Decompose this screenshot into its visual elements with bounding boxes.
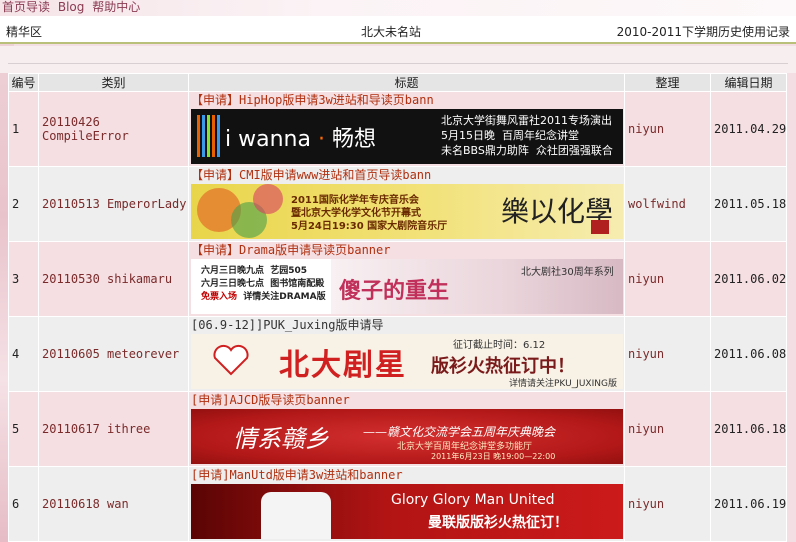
site-name: 北大未名站 (361, 25, 422, 39)
row-number: 3 (8, 241, 39, 317)
row-title-link[interactable]: 【申请】CMI版申请www进站和首页导读bann (191, 167, 624, 183)
row-category-link[interactable]: CompileError (42, 129, 129, 143)
row-id: 20110426 (42, 115, 100, 129)
row-date: 2011.05.18 (710, 166, 787, 242)
banner-headline: i wanna · 畅想 (225, 127, 376, 152)
banner-details: 2011国际化学年专庆音乐会 暨北京大学化学文化节开幕式 5月24日19:30 … (291, 195, 448, 232)
table-header-row: 编号 类别 标题 整理 编辑日期 (8, 73, 787, 92)
row-id: 20110530 (42, 272, 100, 286)
banner-note: 详情请关注PKU_JUXING版 (509, 379, 617, 389)
section-title[interactable]: 精华区 (6, 23, 42, 40)
table-row: 5 20110617 ithree [申请]AJCD版导读页banner 情系赣… (8, 391, 787, 467)
row-title-cell: 【申请】CMI版申请www进站和首页导读bann 2011国际化学年专庆音乐会 … (188, 166, 625, 242)
row-number: 1 (8, 91, 39, 167)
row-category-link[interactable]: EmperorLady (107, 197, 186, 211)
row-date: 2011.04.29 (710, 91, 787, 167)
seal-stamp (591, 220, 609, 234)
banner-image[interactable]: Glory Glory Man United 曼联版版衫火热征订！ (191, 484, 623, 539)
table-row: 1 20110426 CompileError 【申请】HipHop版申请3w进… (8, 91, 787, 167)
row-id: 20110617 (42, 422, 100, 436)
row-title-cell: 【申请】Drama版申请导读页banner 六月三日晚九点 艺园505 六月三日… (188, 241, 625, 317)
row-number: 4 (8, 316, 39, 392)
row-id: 20110618 (42, 497, 100, 511)
heart-icon (213, 344, 249, 376)
nav-link-home-guide[interactable]: 首页导读 (2, 0, 50, 14)
page-header: 精华区 北大未名站 2010-2011下学期历史使用记录 (0, 16, 796, 44)
banner-image[interactable]: i wanna · 畅想 北京大学街舞风雷社2011专场演出 5月15日晚 百周… (191, 109, 623, 164)
banner-deadline: 征订截止时间：6.12 (453, 340, 546, 351)
row-category: 20110617 ithree (38, 391, 189, 467)
row-editor: niyun (624, 91, 711, 167)
page-title: 2010-2011下学期历史使用记录 (616, 25, 790, 39)
banner-image[interactable]: 征订截止时间：6.12 北大剧星 版衫火热征订中！ 详情请关注PKU_JUXIN… (191, 334, 623, 389)
banner-image[interactable]: 2011国际化学年专庆音乐会 暨北京大学化学文化节开幕式 5月24日19:30 … (191, 184, 623, 239)
column-header-category: 类别 (38, 73, 189, 92)
row-editor: niyun (624, 316, 711, 392)
row-category: 20110513 EmperorLady (38, 166, 189, 242)
banner-headline: 傻子的重生 (339, 279, 450, 304)
row-number: 5 (8, 391, 39, 467)
banner-headline: 北大剧星 (279, 348, 407, 383)
banner-image[interactable]: 六月三日晚九点 艺园505 六月三日晚七点 图书馆南配殿 免票入场 详情关注DR… (191, 259, 623, 314)
nav-link-help[interactable]: 帮助中心 (92, 0, 140, 14)
table-row: 6 20110618 wan [申请]ManUtd版申请3w进站和banner … (8, 466, 787, 542)
history-table: 编号 类别 标题 整理 编辑日期 1 20110426 CompileError… (8, 73, 787, 542)
row-title-cell: [申请]ManUtd版申请3w进站和banner Glory Glory Man… (188, 466, 625, 542)
column-header-editor: 整理 (624, 73, 711, 92)
row-title-link[interactable]: 【申请】HipHop版申请3w进站和导读页bann (191, 92, 624, 108)
banner-headline: 情系赣乡 (233, 425, 329, 453)
banner-details: 六月三日晚九点 艺园505 六月三日晚七点 图书馆南配殿 免票入场 详情关注DR… (201, 266, 326, 302)
column-header-number: 编号 (8, 73, 39, 92)
row-editor: niyun (624, 241, 711, 317)
row-editor: niyun (624, 391, 711, 467)
row-category: 20110530 shikamaru (38, 241, 189, 317)
nav-link-blog[interactable]: Blog (58, 0, 85, 14)
row-number: 2 (8, 166, 39, 242)
row-category-link[interactable]: ithree (107, 422, 150, 436)
tshirt-graphic (261, 492, 331, 539)
row-category-link[interactable]: wan (107, 497, 129, 511)
banner-note: 北大剧社30周年系列 (521, 267, 614, 278)
row-title-cell: [申请]AJCD版导读页banner 情系赣乡 ——赣文化交流学会五周年庆典晚会… (188, 391, 625, 467)
banner-image[interactable]: 情系赣乡 ——赣文化交流学会五周年庆典晚会 北京大学百周年纪念讲堂多功能厅 20… (191, 409, 623, 464)
row-date: 2011.06.18 (710, 391, 787, 467)
banner-subheadline: ——赣文化交流学会五周年庆典晚会 (363, 425, 556, 439)
row-title-cell: 【申请】HipHop版申请3w进站和导读页bann i wanna · 畅想 北… (188, 91, 625, 167)
row-date: 2011.06.19 (710, 466, 787, 542)
row-title-link[interactable]: [申请]ManUtd版申请3w进站和banner (191, 467, 624, 483)
top-navigation: 首页导读 Blog 帮助中心 (0, 0, 796, 16)
row-category-link[interactable]: meteorever (107, 347, 179, 361)
table-row: 2 20110513 EmperorLady 【申请】CMI版申请www进站和首… (8, 166, 787, 242)
row-editor: wolfwind (624, 166, 711, 242)
banner-details: 北京大学街舞风雷社2011专场演出 5月15日晚 百周年纪念讲堂 未名BBS鼎力… (441, 114, 613, 157)
equalizer-graphic (197, 115, 221, 157)
row-category: 20110426 CompileError (38, 91, 189, 167)
row-category-link[interactable]: shikamaru (107, 272, 172, 286)
row-title-link[interactable]: 【申请】Drama版申请导读页banner (191, 242, 624, 258)
row-title-link[interactable]: [06.9-12]]PUK_Juxing版申请导 (191, 317, 624, 333)
row-category: 20110618 wan (38, 466, 189, 542)
table-row: 4 20110605 meteorever [06.9-12]]PUK_Juxi… (8, 316, 787, 392)
row-title-link[interactable]: [申请]AJCD版导读页banner (191, 392, 624, 408)
row-id: 20110513 (42, 197, 100, 211)
row-date: 2011.06.08 (710, 316, 787, 392)
row-category: 20110605 meteorever (38, 316, 189, 392)
banner-subheadline: 曼联版版衫火热征订！ (428, 515, 568, 531)
row-date: 2011.06.02 (710, 241, 787, 317)
spacer (0, 46, 796, 73)
banner-subheadline: 版衫火热征订中！ (431, 356, 575, 377)
row-id: 20110605 (42, 347, 100, 361)
decoration-circle (253, 184, 283, 214)
table-row: 3 20110530 shikamaru 【申请】Drama版申请导读页bann… (8, 241, 787, 317)
column-header-date: 编辑日期 (710, 73, 787, 92)
banner-headline: Glory Glory Man United (391, 492, 555, 508)
column-header-title: 标题 (188, 73, 625, 92)
banner-time: 2011年6月23日 晚19:00—22:00 (431, 452, 556, 461)
divider (8, 63, 788, 64)
row-number: 6 (8, 466, 39, 542)
row-editor: niyun (624, 466, 711, 542)
row-title-cell: [06.9-12]]PUK_Juxing版申请导 征订截止时间：6.12 北大剧… (188, 316, 625, 392)
